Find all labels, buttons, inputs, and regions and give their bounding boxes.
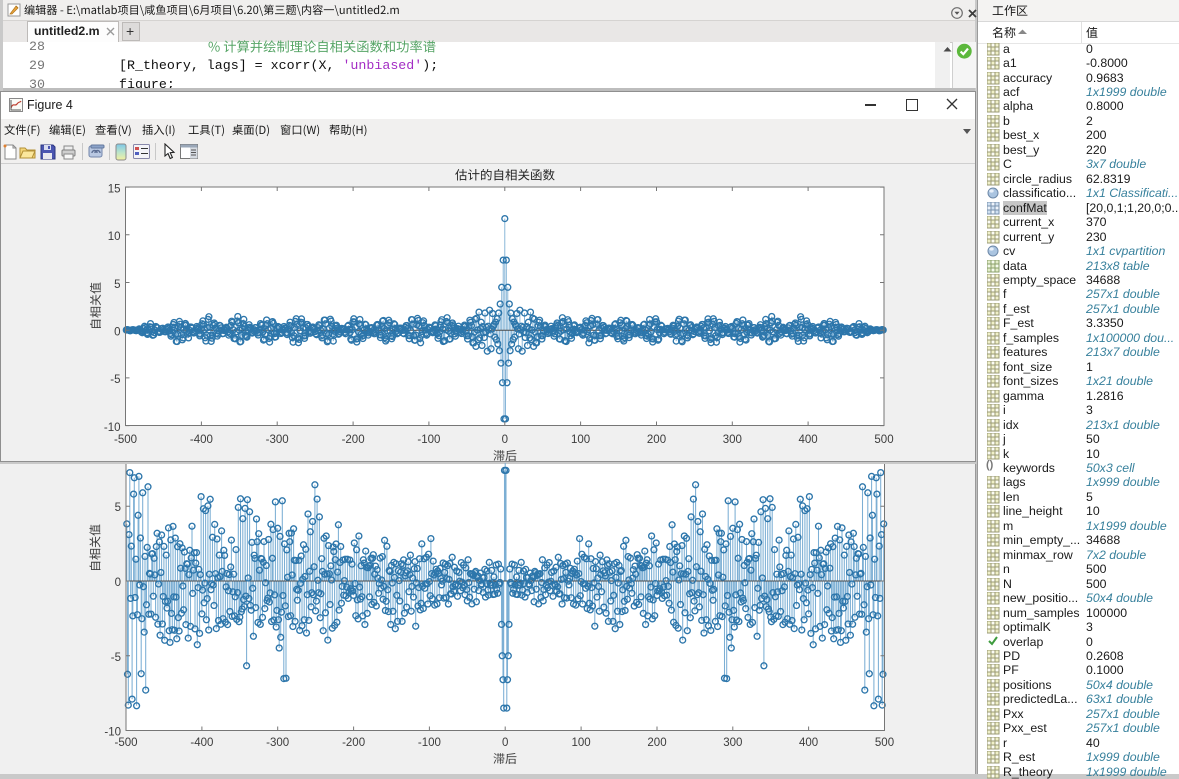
svg-text:0: 0	[502, 434, 508, 446]
svg-text:-400: -400	[190, 434, 213, 446]
svg-text:-400: -400	[190, 737, 213, 749]
svg-text:5: 5	[115, 502, 121, 514]
svg-text:100: 100	[572, 737, 591, 749]
svg-text:0: 0	[502, 737, 508, 749]
svg-text:500: 500	[874, 434, 893, 446]
svg-text:-500: -500	[114, 737, 137, 749]
svg-text:200: 200	[647, 737, 666, 749]
svg-text:400: 400	[799, 434, 818, 446]
svg-text:-100: -100	[418, 737, 441, 749]
svg-text:400: 400	[799, 737, 818, 749]
svg-text:5: 5	[114, 279, 120, 291]
svg-text:-10: -10	[104, 422, 121, 434]
svg-text:-5: -5	[110, 374, 120, 386]
svg-text:200: 200	[647, 434, 666, 446]
svg-text:-200: -200	[342, 434, 365, 446]
svg-text:-200: -200	[342, 737, 365, 749]
svg-text:-10: -10	[104, 727, 121, 739]
svg-text:0: 0	[114, 327, 120, 339]
svg-text:0: 0	[115, 577, 121, 589]
svg-text:300: 300	[723, 434, 742, 446]
svg-text:-300: -300	[266, 737, 289, 749]
svg-text:500: 500	[875, 737, 894, 749]
svg-text:-300: -300	[266, 434, 289, 446]
svg-text:-500: -500	[114, 434, 137, 446]
svg-text:-100: -100	[417, 434, 440, 446]
svg-text:10: 10	[108, 231, 121, 243]
svg-text:15: 15	[108, 183, 121, 195]
svg-text:300: 300	[723, 737, 742, 749]
svg-text:-5: -5	[111, 652, 121, 664]
svg-text:100: 100	[571, 434, 590, 446]
